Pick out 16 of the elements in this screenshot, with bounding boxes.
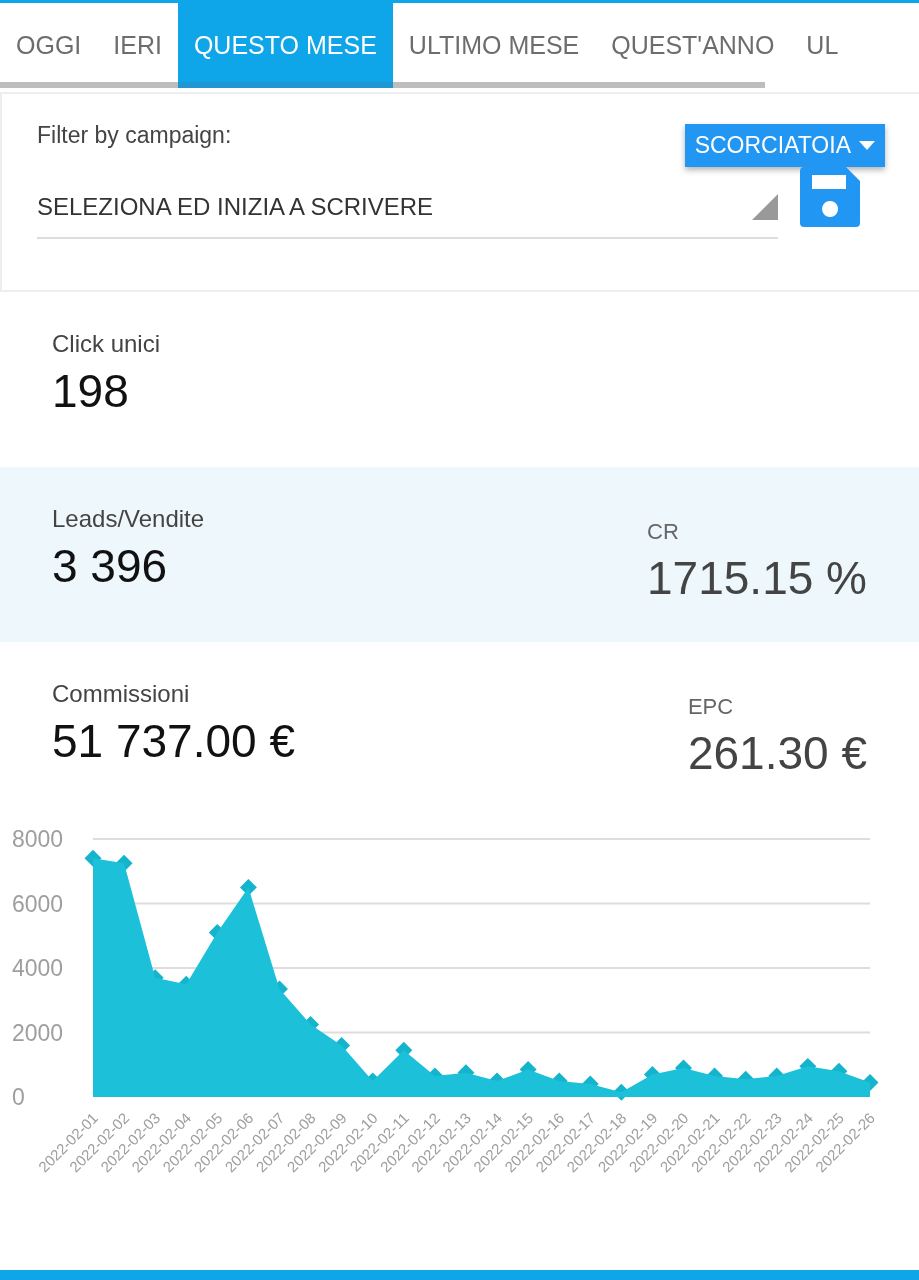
- stat-value: 198: [52, 364, 130, 418]
- stat-label: Leads/Vendite: [52, 505, 205, 533]
- axis-label: 2000: [12, 1019, 64, 1046]
- stat-value: 51 737.00 €: [52, 714, 295, 768]
- stat-label: Click unici: [52, 330, 161, 358]
- filter-label: Filter by campaign:: [37, 122, 232, 149]
- stat-value: 1715.15 %: [647, 551, 867, 605]
- stat-label: Commissioni: [52, 680, 191, 708]
- stat-value: 261.30 €: [687, 726, 867, 780]
- stat-label: CR: [647, 519, 679, 545]
- stat-label: EPC: [687, 694, 734, 720]
- axis-label: 8000: [12, 826, 64, 852]
- axis-label: 4000: [12, 955, 64, 981]
- stat-value: 3 396: [52, 539, 169, 593]
- axis-label: 0: [12, 1084, 25, 1110]
- axis-label: 6000: [12, 890, 64, 917]
